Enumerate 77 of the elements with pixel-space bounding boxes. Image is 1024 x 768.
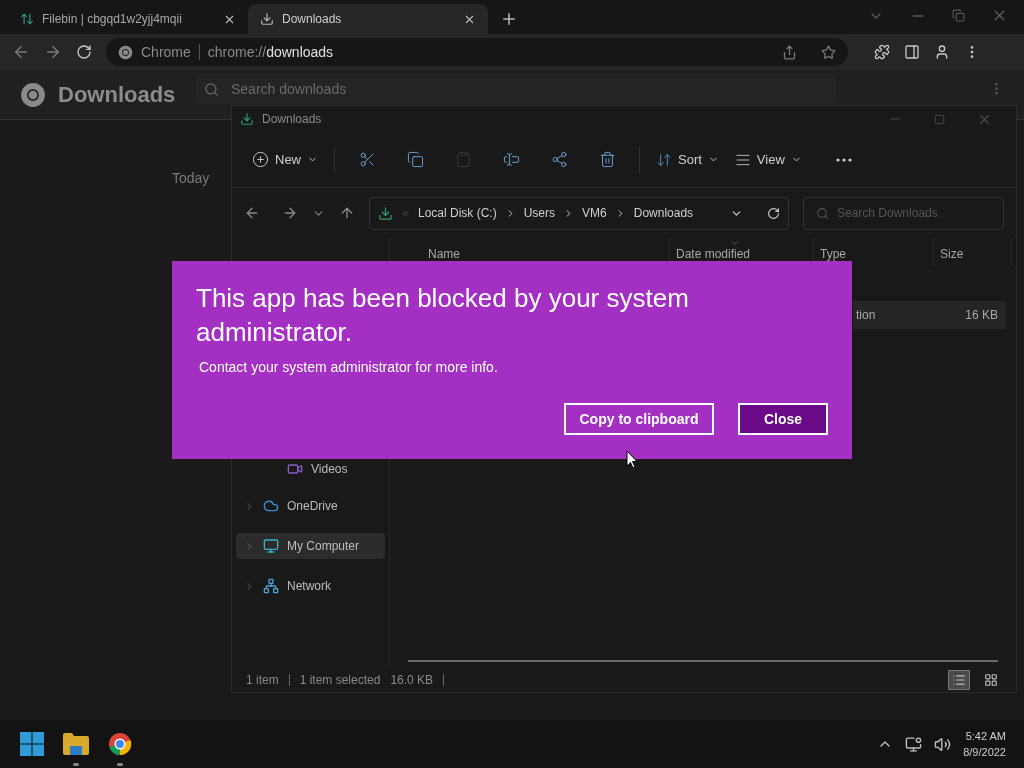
site-label: Chrome <box>141 42 191 62</box>
volume-icon[interactable] <box>934 735 952 753</box>
breadcrumb-item[interactable]: Users <box>523 204 556 222</box>
forward-icon[interactable] <box>44 43 62 61</box>
search-icon <box>816 206 829 220</box>
restore-icon[interactable] <box>952 9 965 22</box>
sort-icon <box>656 151 672 168</box>
dialog-title: This app has been blocked by your system administrator. <box>196 282 690 349</box>
address-bar[interactable]: Local Disk (C:) Users VM6 Downloads <box>369 196 789 230</box>
file-type: tion <box>856 307 876 324</box>
network-icon <box>263 578 279 594</box>
address-bar[interactable]: Chrome chrome://downloads <box>106 38 848 66</box>
column-header[interactable]: Size <box>934 238 1012 266</box>
up-icon[interactable] <box>339 205 355 221</box>
grid-icon <box>984 673 998 687</box>
dialog-message: Contact your system administrator for more info. <box>199 358 499 377</box>
star-icon[interactable] <box>821 44 836 60</box>
selection-info: 1 item selected <box>299 672 381 689</box>
sort-indicator-icon <box>730 238 740 248</box>
refresh-icon[interactable] <box>767 206 780 220</box>
windows-logo-icon <box>20 732 44 756</box>
more-icon <box>835 157 852 162</box>
selection-size: 16.0 KB <box>390 672 434 689</box>
sort-button[interactable]: Sort <box>648 143 727 176</box>
monitor-icon <box>263 538 279 554</box>
browser-tab[interactable]: Downloads <box>248 4 488 34</box>
clock-date: 8/9/2022 <box>963 745 1006 760</box>
download-icon <box>240 112 254 126</box>
plus-icon <box>252 151 269 168</box>
details-view-button[interactable] <box>948 670 970 690</box>
chrome-logo-icon <box>118 44 133 60</box>
network-icon[interactable] <box>905 735 923 753</box>
browser-tab[interactable]: Filebin | cbgqd1w2yjj4mqii <box>8 4 248 34</box>
running-indicator <box>117 763 123 766</box>
file-size: 16 KB <box>965 307 998 324</box>
download-icon <box>378 205 393 221</box>
cloud-icon <box>263 498 279 514</box>
item-count: 1 item <box>246 672 279 689</box>
breadcrumb-item[interactable]: VM6 <box>582 204 607 222</box>
sidebar-item[interactable]: OneDrive <box>236 493 385 519</box>
video-icon <box>287 461 303 477</box>
clock-time: 5:42 AM <box>965 729 1006 744</box>
folder-icon <box>63 733 89 755</box>
breadcrumb-item[interactable]: Local Disk (C:) <box>418 204 497 222</box>
breadcrumb-item[interactable]: Downloads <box>633 204 694 222</box>
sidebar-item[interactable]: Network <box>236 573 385 599</box>
back-icon[interactable] <box>12 43 30 61</box>
close-button[interactable]: Close <box>738 403 828 435</box>
chrome-logo-icon <box>20 81 46 108</box>
reload-icon[interactable] <box>76 44 92 60</box>
back-icon[interactable] <box>244 205 260 221</box>
view-button[interactable]: View <box>726 143 810 176</box>
list-icon <box>952 673 966 687</box>
tab-title: Filebin | cbgqd1w2yjj4mqii <box>42 11 183 28</box>
new-button[interactable]: New <box>244 143 326 176</box>
extensions-icon[interactable] <box>874 44 890 60</box>
mouse-cursor-icon <box>626 450 638 469</box>
forward-icon[interactable] <box>282 205 298 221</box>
profile-icon[interactable] <box>934 44 950 60</box>
url-text: chrome://downloads <box>207 42 335 62</box>
sidebar-item[interactable]: My Computer <box>236 533 385 559</box>
window-title: Downloads <box>262 111 322 128</box>
sidebar-item[interactable]: Videos <box>236 459 385 479</box>
tab-title: Downloads <box>282 11 343 28</box>
new-tab-icon[interactable] <box>500 10 518 28</box>
copy-button[interactable]: Copy to clipboard <box>564 403 714 435</box>
page-title: Downloads <box>58 81 177 109</box>
date-heading: Today <box>172 170 210 186</box>
file-row[interactable]: tion 16 KB <box>853 301 1006 329</box>
overflow-icon <box>401 208 410 218</box>
chrome-logo-icon <box>108 732 132 756</box>
search-icon <box>204 81 219 97</box>
side-panel-icon[interactable] <box>904 44 920 60</box>
running-indicator <box>73 763 79 766</box>
share-icon[interactable] <box>782 44 797 60</box>
updown-arrows-icon <box>20 12 34 26</box>
download-icon <box>260 12 274 26</box>
